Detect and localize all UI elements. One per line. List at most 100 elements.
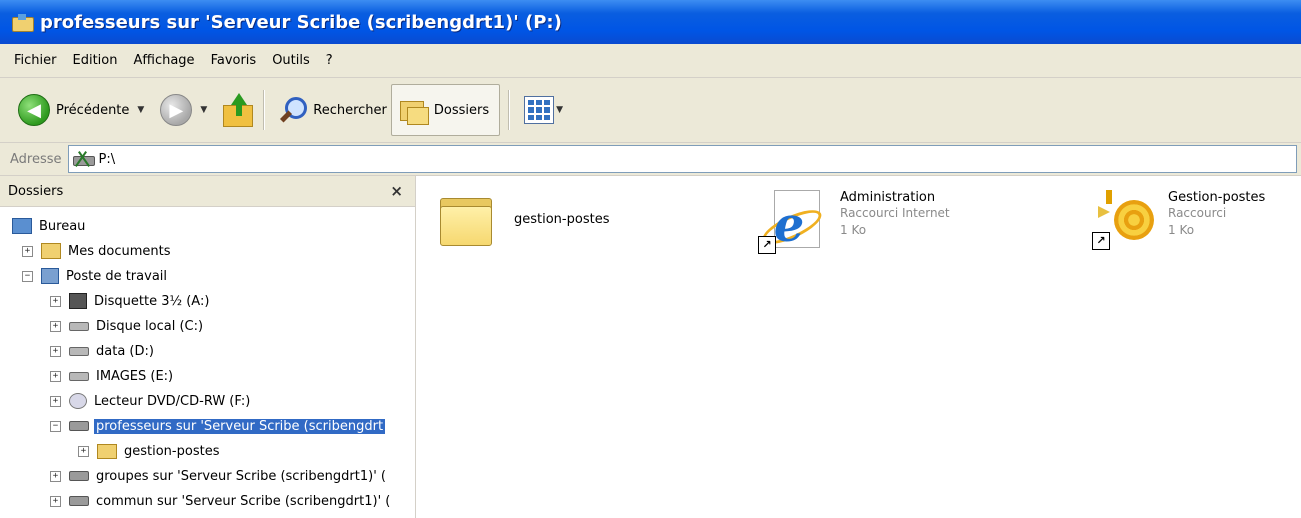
tree-item-mes-documents[interactable]: + Mes documents xyxy=(22,239,172,263)
tree-item-data[interactable]: + data (D:) xyxy=(50,339,156,363)
tree-item-label: professeurs sur 'Serveur Scribe (scriben… xyxy=(94,418,386,434)
search-icon xyxy=(277,95,308,125)
folders-icon xyxy=(398,95,429,125)
file-item-administration[interactable]: e ↗ Administration Raccourci Internet 1 … xyxy=(758,190,950,254)
tree-item-label: commun sur 'Serveur Scribe (scribengdrt1… xyxy=(96,493,391,509)
menu-affichage[interactable]: Affichage xyxy=(125,53,202,68)
tree-item-images[interactable]: + IMAGES (E:) xyxy=(50,364,175,388)
hard-drive-icon xyxy=(69,321,89,331)
file-name: gestion-postes xyxy=(514,211,610,227)
tree-item-poste-de-travail[interactable]: − Poste de travail xyxy=(22,264,169,288)
menu-help[interactable]: ? xyxy=(318,53,341,68)
computer-icon xyxy=(41,268,59,284)
tree-item-disquette[interactable]: + Disquette 3½ (A:) xyxy=(50,289,211,313)
tree-item-label: groupes sur 'Serveur Scribe (scribengdrt… xyxy=(96,468,386,484)
file-item-gestion-postes[interactable]: gestion-postes xyxy=(440,192,609,246)
expand-icon[interactable]: + xyxy=(50,345,61,357)
tree-item-label: IMAGES (E:) xyxy=(96,368,174,384)
back-dropdown-icon[interactable]: ▼ xyxy=(137,105,144,115)
hard-drive-icon xyxy=(69,346,89,356)
expand-icon[interactable]: + xyxy=(50,495,61,507)
views-button[interactable]: ▼ xyxy=(518,86,563,134)
address-label: Adresse xyxy=(10,151,62,167)
forward-arrow-icon: ▶ xyxy=(160,94,193,126)
expand-icon[interactable]: + xyxy=(50,320,61,332)
file-list: gestion-postes e ↗ Administration Raccou… xyxy=(416,176,1301,518)
shortcut-arrow-icon: ↗ xyxy=(1092,232,1110,250)
menu-favoris[interactable]: Favoris xyxy=(203,53,265,68)
tree-item-label: Lecteur DVD/CD-RW (F:) xyxy=(94,393,251,409)
expand-icon[interactable]: + xyxy=(50,295,61,307)
folders-pane-header: Dossiers × xyxy=(0,176,415,207)
tree-item-lecteur-dvd[interactable]: + Lecteur DVD/CD-RW (F:) xyxy=(50,389,252,413)
file-type: Raccourci Internet xyxy=(840,206,950,220)
dvd-drive-icon xyxy=(69,393,87,409)
menu-edition[interactable]: Edition xyxy=(65,53,126,68)
back-button[interactable]: ◀ Précédente ▼ xyxy=(0,86,144,134)
folder-icon xyxy=(440,192,492,246)
views-dropdown-icon[interactable]: ▼ xyxy=(556,105,563,115)
address-value: P:\ xyxy=(98,151,116,167)
window-title: professeurs sur 'Serveur Scribe (scriben… xyxy=(40,11,562,33)
tree-item-label: Mes documents xyxy=(68,243,171,259)
views-icon xyxy=(524,96,555,124)
forward-button[interactable]: ▶ ▼ xyxy=(144,86,207,134)
folders-pane-title: Dossiers xyxy=(8,183,64,199)
menu-outils[interactable]: Outils xyxy=(264,53,318,68)
tree-item-disque-local[interactable]: + Disque local (C:) xyxy=(50,314,205,338)
tree-item-professeurs[interactable]: − professeurs sur 'Serveur Scribe (scrib… xyxy=(50,414,386,438)
expand-icon[interactable]: + xyxy=(50,395,61,407)
toolbar: ◀ Précédente ▼ ▶ ▼ Rechercher Dossiers ▼ xyxy=(0,78,1301,143)
collapse-icon[interactable]: − xyxy=(50,420,61,432)
shortcut-arrow-icon: ↗ xyxy=(758,236,776,254)
folders-pane: Dossiers × Bureau + Mes documents − Post… xyxy=(0,176,416,518)
my-documents-icon xyxy=(41,243,61,259)
network-folder-icon xyxy=(12,14,34,32)
folders-button[interactable]: Dossiers xyxy=(390,84,501,136)
forward-dropdown-icon[interactable]: ▼ xyxy=(200,105,207,115)
gestion-postes-icon: ↗ xyxy=(1092,190,1158,250)
address-input[interactable]: P:\ xyxy=(67,145,1297,173)
folder-up-icon xyxy=(221,93,255,127)
toolbar-separator xyxy=(508,90,511,130)
file-item-gestion-postes-shortcut[interactable]: ↗ Gestion-postes Raccourci 1 Ko xyxy=(1092,190,1265,250)
tree-item-bureau[interactable]: Bureau xyxy=(12,214,87,238)
tree-item-commun[interactable]: + commun sur 'Serveur Scribe (scribengdr… xyxy=(50,489,392,513)
network-drive-icon xyxy=(69,471,89,481)
tree-item-label: Poste de travail xyxy=(66,268,168,284)
file-size: 1 Ko xyxy=(1168,223,1195,237)
title-bar[interactable]: professeurs sur 'Serveur Scribe (scriben… xyxy=(0,0,1301,44)
expand-icon[interactable]: + xyxy=(50,370,61,382)
file-size: 1 Ko xyxy=(840,223,867,237)
file-name: Gestion-postes xyxy=(1168,190,1266,205)
floppy-icon xyxy=(69,293,87,309)
menu-bar: Fichier Edition Affichage Favoris Outils… xyxy=(0,44,1301,78)
expand-icon[interactable]: + xyxy=(22,245,33,257)
tree-item-groupes[interactable]: + groupes sur 'Serveur Scribe (scribengd… xyxy=(50,464,388,488)
collapse-icon[interactable]: − xyxy=(22,270,33,282)
expand-icon[interactable]: + xyxy=(50,470,61,482)
network-drive-icon xyxy=(72,150,95,168)
hard-drive-icon xyxy=(69,371,89,381)
expand-icon[interactable]: + xyxy=(78,445,89,457)
file-type: Raccourci xyxy=(1168,206,1227,220)
tree-item-label: Bureau xyxy=(39,218,86,234)
folders-label: Dossiers xyxy=(433,102,490,118)
menu-fichier[interactable]: Fichier xyxy=(0,53,65,68)
close-icon[interactable]: × xyxy=(390,182,403,200)
folder-icon xyxy=(97,443,117,459)
network-drive-icon xyxy=(69,421,89,431)
toolbar-separator xyxy=(263,90,266,130)
address-bar: Adresse P:\ xyxy=(0,143,1301,176)
back-arrow-icon: ◀ xyxy=(18,94,50,126)
tree-item-label: gestion-postes xyxy=(124,443,220,459)
file-name: Administration xyxy=(840,190,936,205)
back-label: Précédente xyxy=(56,102,130,118)
tree-item-gestion-postes[interactable]: + gestion-postes xyxy=(78,439,221,463)
tree-item-label: Disque local (C:) xyxy=(96,318,204,334)
search-button[interactable]: Rechercher xyxy=(273,86,387,134)
up-button[interactable] xyxy=(207,86,255,134)
search-label: Rechercher xyxy=(313,102,387,118)
tree-item-label: data (D:) xyxy=(96,343,154,359)
tree-item-label: Disquette 3½ (A:) xyxy=(94,293,210,309)
